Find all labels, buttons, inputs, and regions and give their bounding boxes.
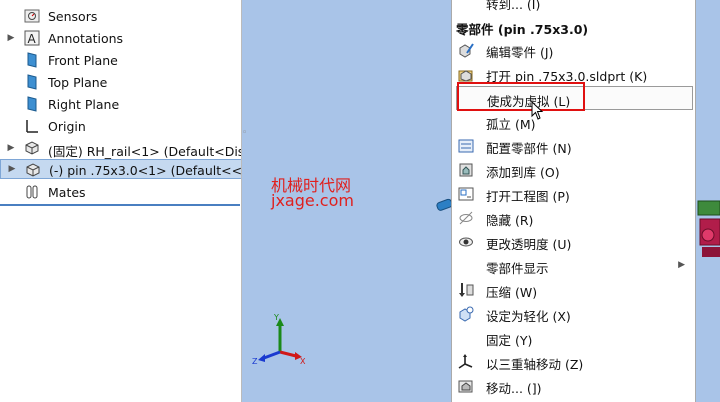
tree-item-label: (固定) RH_rail<1> (Default<Displa	[48, 144, 242, 159]
tree-item-pin[interactable]: ▶ (-) pin .75x3.0<1> (Default<<Def	[0, 159, 242, 179]
move-icon	[458, 378, 474, 394]
tree-item-label: Front Plane	[48, 53, 118, 68]
menu-item-move[interactable]: 移动... (])	[452, 374, 695, 398]
menu-item-suppress[interactable]: 压缩 (W)	[452, 278, 695, 302]
open-drawing-icon	[458, 186, 474, 202]
transparency-icon	[458, 234, 474, 250]
axis-y-label: Y	[273, 313, 279, 322]
menu-header: 零部件 (pin .75x3.0)	[456, 22, 589, 37]
menu-item-add-to-library[interactable]: 添加到库 (O)	[452, 158, 695, 182]
tree-item-label: Right Plane	[48, 97, 120, 112]
tree-item-label: (-) pin .75x3.0<1> (Default<<Def	[49, 163, 242, 178]
menu-item-change-transparency[interactable]: 更改透明度 (U)	[452, 230, 695, 254]
menu-item-isolate[interactable]: 孤立 (M)	[452, 110, 695, 134]
menu-item-set-lightweight[interactable]: 设定为轻化 (X)	[452, 302, 695, 326]
origin-icon	[24, 118, 40, 134]
menu-item-configure-component[interactable]: 配置零部件 (N)	[452, 134, 695, 158]
feature-manager-tree: Sensors ▶ A Annotations Front Plane Top …	[0, 0, 242, 402]
part-icon	[25, 162, 41, 178]
tree-item-label: Mates	[48, 185, 86, 200]
menu-item-open-drawing[interactable]: 打开工程图 (P)	[452, 182, 695, 206]
mouse-cursor-icon	[531, 101, 544, 120]
add-library-icon	[458, 162, 474, 178]
lightweight-icon	[458, 306, 474, 322]
plane-icon	[24, 52, 40, 68]
menu-item-fix[interactable]: 固定 (Y)	[452, 326, 695, 350]
expand-arrow-icon[interactable]: ▶	[5, 138, 17, 158]
part-icon	[24, 140, 40, 156]
tree-item-mates[interactable]: Mates	[0, 182, 242, 202]
edit-part-icon	[458, 42, 474, 58]
menu-item-move-with-triad[interactable]: 以三重轴移动 (Z)	[452, 350, 695, 374]
menu-item-hide[interactable]: 隐藏 (R)	[452, 206, 695, 230]
axis-triad-icon: Y X Z	[252, 313, 306, 366]
highlight-box	[457, 82, 585, 111]
watermark-line2: jxage.com	[271, 191, 354, 210]
triad-move-icon	[458, 354, 474, 370]
menu-item-component-display[interactable]: 零部件显示 ▶	[452, 254, 695, 278]
open-part-icon	[458, 66, 474, 82]
tree-item-label: Origin	[48, 119, 86, 134]
axis-z-label: Z	[252, 357, 258, 366]
submenu-arrow-icon: ▶	[678, 260, 685, 270]
configure-icon	[458, 138, 474, 154]
tree-item-rh-rail[interactable]: ▶ (固定) RH_rail<1> (Default<Displa	[0, 138, 242, 159]
tree-item-annotations[interactable]: ▶ A Annotations	[0, 28, 242, 48]
tree-item-origin[interactable]: Origin	[0, 116, 242, 136]
expand-arrow-icon[interactable]: ▶	[6, 159, 18, 179]
sensors-icon	[24, 8, 40, 24]
expand-arrow-icon[interactable]: ▶	[5, 28, 17, 48]
svg-text:A: A	[28, 32, 37, 46]
tree-separator	[0, 204, 240, 206]
plane-icon	[24, 96, 40, 112]
menu-item-edit-part[interactable]: 编辑零件 (J)	[452, 38, 695, 62]
rail-model[interactable]	[696, 195, 720, 265]
tree-item-right-plane[interactable]: Right Plane	[0, 94, 242, 114]
tree-item-front-plane[interactable]: Front Plane	[0, 50, 242, 70]
tree-item-label: Annotations	[48, 31, 124, 46]
tree-item-top-plane[interactable]: Top Plane	[0, 72, 242, 92]
axis-x-label: X	[300, 357, 306, 366]
tree-item-label: Sensors	[48, 9, 98, 24]
suppress-icon	[458, 282, 474, 298]
hide-icon	[458, 210, 474, 226]
splitter-handle[interactable]: ◦	[242, 128, 249, 142]
menu-item-goto[interactable]: 转到... (I)	[452, 0, 695, 14]
context-menu: 转到... (I) 零部件 (pin .75x3.0) 编辑零件 (J) 打开 …	[451, 0, 696, 402]
tree-item-label: Top Plane	[48, 75, 108, 90]
tree-item-sensors[interactable]: Sensors	[0, 6, 242, 26]
plane-icon	[24, 74, 40, 90]
mates-icon	[24, 184, 40, 200]
annotations-icon: A	[24, 30, 40, 46]
